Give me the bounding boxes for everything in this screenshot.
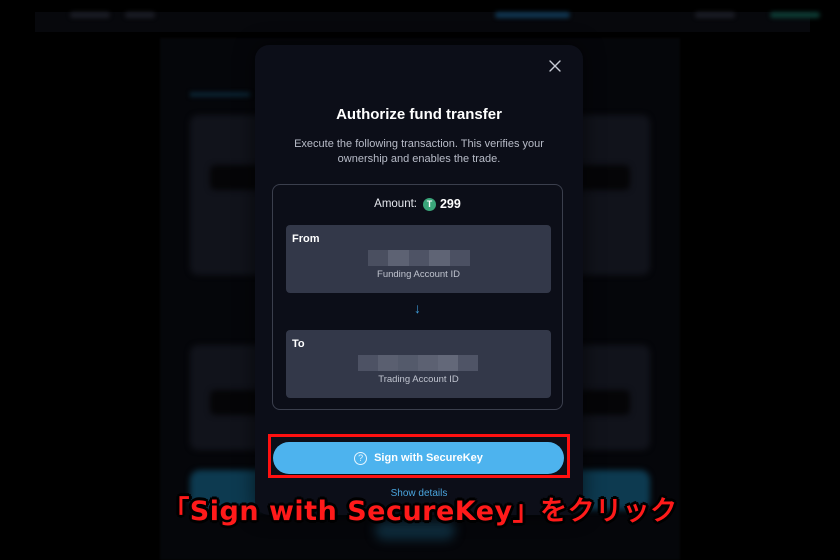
background-primary-button bbox=[495, 12, 570, 18]
from-account-card: From Funding Account ID bbox=[286, 225, 551, 293]
arrow-down-icon: ↓ bbox=[414, 300, 421, 316]
background-account-button bbox=[770, 12, 820, 18]
modal-title: Authorize fund transfer bbox=[336, 106, 502, 123]
to-account-id-redacted bbox=[358, 355, 478, 371]
background-top-bar bbox=[35, 12, 820, 32]
amount-value: 299 bbox=[439, 197, 461, 211]
close-button[interactable] bbox=[547, 58, 563, 74]
to-account-card: To Trading Account ID bbox=[286, 330, 551, 398]
background-nav-item bbox=[125, 12, 155, 18]
to-account-label: Trading Account ID bbox=[378, 374, 459, 385]
from-account-id-redacted bbox=[368, 250, 471, 266]
background-tab-indicator bbox=[190, 92, 250, 97]
close-icon bbox=[549, 60, 561, 72]
amount-label: Amount: bbox=[374, 198, 417, 210]
highlight-box bbox=[268, 434, 570, 478]
background-nav-item bbox=[70, 12, 110, 18]
amount-row: Amount: T 299 bbox=[273, 197, 562, 211]
instruction-caption: 「Sign with SecureKey」をクリック bbox=[162, 496, 678, 527]
modal-description: Execute the following transaction. This … bbox=[294, 138, 544, 165]
from-title: From bbox=[292, 233, 320, 245]
from-account-label: Funding Account ID bbox=[377, 269, 460, 280]
transaction-summary: Amount: T 299 From Funding Account ID ↓ … bbox=[272, 184, 563, 410]
background-nav-item bbox=[695, 12, 735, 18]
to-title: To bbox=[292, 338, 305, 350]
usdt-token-icon: T bbox=[422, 197, 436, 211]
